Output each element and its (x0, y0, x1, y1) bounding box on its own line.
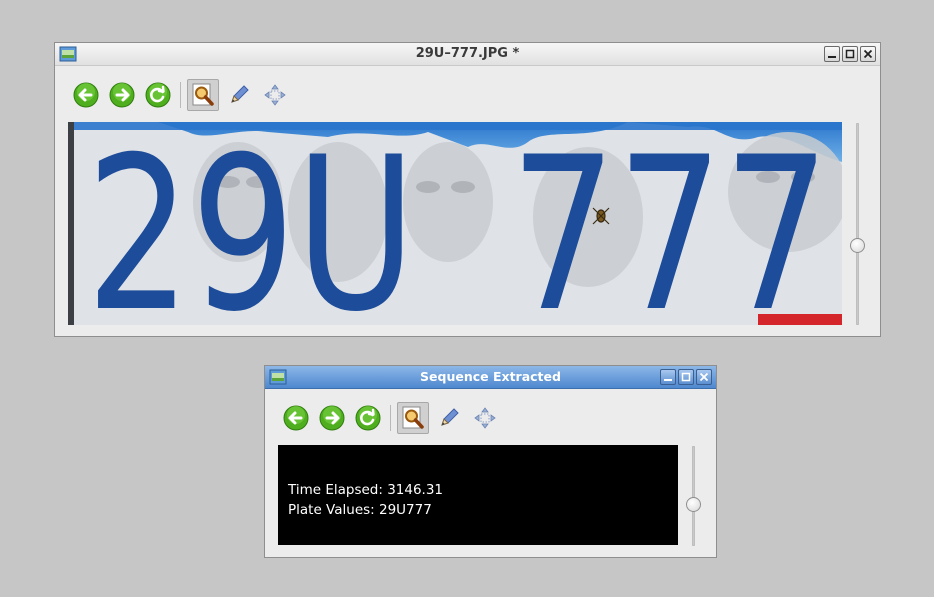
plate-photo-graphic: 29U 777 (68, 122, 842, 325)
close-button[interactable] (696, 369, 712, 385)
toolbar-separator (180, 82, 181, 108)
result-slider-knob[interactable] (686, 497, 701, 512)
plate-values-text: Plate Values: 29U777 (288, 502, 432, 518)
result-window-titlebar[interactable]: Sequence Extracted (265, 366, 716, 389)
output-console: Time Elapsed: 3146.31 Plate Values: 29U7… (278, 445, 678, 545)
back-button[interactable] (280, 402, 312, 434)
main-vertical-slider[interactable] (850, 123, 865, 325)
back-button[interactable] (70, 79, 102, 111)
maximize-icon (845, 49, 855, 59)
refresh-icon (355, 405, 381, 431)
result-toolbar (280, 402, 505, 434)
svg-text:29U: 29U (86, 122, 416, 325)
plate-image: 29U 777 (68, 122, 842, 325)
forward-arrow-icon (109, 82, 135, 108)
zoom-button[interactable] (187, 79, 219, 111)
svg-text:777: 777 (510, 122, 830, 325)
maximize-button[interactable] (678, 369, 694, 385)
forward-button[interactable] (106, 79, 138, 111)
zoom-magnifier-icon (402, 406, 424, 429)
move-arrows-icon (264, 84, 286, 106)
main-image-window: 29U–777.JPG * 29U 777 (54, 42, 881, 337)
result-slider-track (692, 446, 695, 546)
back-arrow-icon (283, 405, 309, 431)
minimize-button[interactable] (660, 369, 676, 385)
main-slider-knob[interactable] (850, 238, 865, 253)
forward-arrow-icon (319, 405, 345, 431)
refresh-button[interactable] (352, 402, 384, 434)
time-elapsed-text: Time Elapsed: 3146.31 (288, 482, 444, 498)
toolbar-separator (390, 405, 391, 431)
close-button[interactable] (860, 46, 876, 62)
zoom-magnifier-icon (192, 83, 214, 106)
move-button[interactable] (259, 79, 291, 111)
minimize-icon (664, 379, 672, 381)
main-window-title: 29U–777.JPG * (415, 46, 520, 61)
result-window-title: Sequence Extracted (420, 369, 561, 384)
move-arrows-icon (474, 407, 496, 429)
forward-button[interactable] (316, 402, 348, 434)
sequence-extracted-window: Sequence Extracted Time Elapsed: 3146.31… (264, 365, 717, 558)
move-button[interactable] (469, 402, 501, 434)
pencil-button[interactable] (223, 79, 255, 111)
minimize-icon (828, 56, 836, 58)
pencil-icon (441, 408, 459, 426)
close-icon (863, 49, 873, 59)
main-slider-track (856, 123, 859, 325)
close-icon (699, 372, 709, 382)
pencil-icon (231, 85, 249, 103)
main-toolbar (70, 79, 295, 111)
maximize-icon (681, 372, 691, 382)
refresh-button[interactable] (142, 79, 174, 111)
zoom-button[interactable] (397, 402, 429, 434)
refresh-icon (145, 82, 171, 108)
back-arrow-icon (73, 82, 99, 108)
minimize-button[interactable] (824, 46, 840, 62)
main-window-titlebar[interactable]: 29U–777.JPG * (55, 43, 880, 66)
pencil-button[interactable] (433, 402, 465, 434)
result-vertical-slider[interactable] (686, 446, 701, 546)
maximize-button[interactable] (842, 46, 858, 62)
